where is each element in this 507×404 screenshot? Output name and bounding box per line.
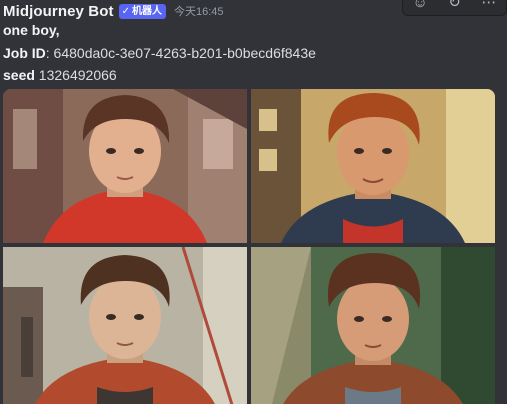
username[interactable]: Midjourney Bot: [3, 3, 114, 20]
message: ☺ ↻ ⋯ Midjourney Bot ✓ 机器人 今天16:45 one b…: [0, 0, 507, 404]
seed-label: seed: [3, 67, 35, 83]
prompt-line: one boy,: [3, 21, 60, 39]
bot-tag-label: 机器人: [131, 5, 162, 17]
job-id-value: : 6480da0c-3e07-4263-b201-b0becd6f843e: [45, 45, 316, 61]
image-3[interactable]: [3, 247, 247, 404]
seed-value: 1326492066: [34, 67, 117, 83]
image-1[interactable]: [3, 89, 247, 243]
verified-check-icon: ✓: [121, 5, 130, 17]
bot-tag: ✓ 机器人: [118, 3, 166, 19]
refresh-icon[interactable]: ↻: [445, 0, 463, 12]
more-icon[interactable]: ⋯: [480, 0, 498, 12]
portrait-image: [251, 89, 495, 243]
image-4[interactable]: [251, 247, 495, 404]
image-grid: [3, 89, 495, 404]
message-header: Midjourney Bot ✓ 机器人 今天16:45: [3, 2, 223, 20]
job-id-label: Job ID: [3, 45, 46, 61]
timestamp: 今天16:45: [173, 6, 224, 18]
seed-line: seed 1326492066: [3, 66, 117, 84]
portrait-image: [251, 247, 495, 404]
job-id-line: Job ID: 6480da0c-3e07-4263-b201-b0becd6f…: [3, 44, 316, 62]
message-toolbar: ☺ ↻ ⋯: [402, 0, 507, 16]
prompt-text: one boy,: [3, 22, 60, 38]
reaction-icon[interactable]: ☺: [411, 0, 429, 12]
image-2[interactable]: [251, 89, 495, 243]
portrait-image: [3, 247, 247, 404]
portrait-image: [3, 89, 247, 243]
